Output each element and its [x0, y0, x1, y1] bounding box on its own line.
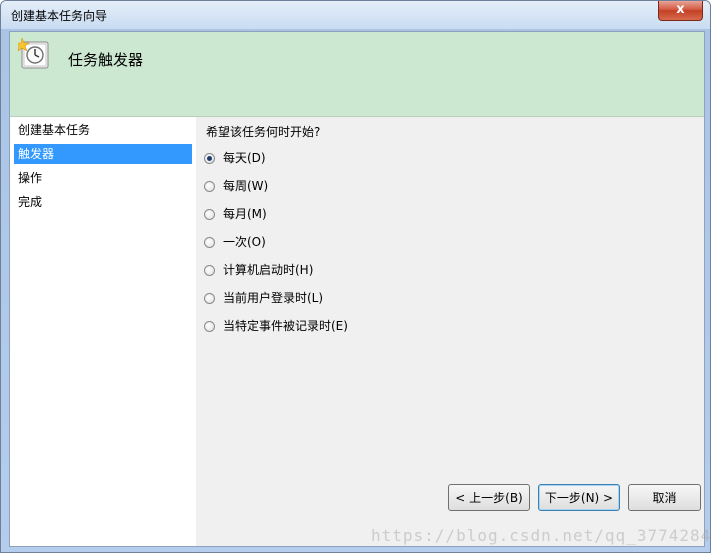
page-title: 任务触发器 — [68, 51, 144, 69]
nav-item-trigger[interactable]: 触发器 — [14, 144, 192, 164]
radio-monthly[interactable]: 每月(M) — [204, 205, 267, 223]
radio-label: 计算机启动时(H) — [223, 263, 314, 277]
window-title: 创建基本任务向导 — [11, 9, 108, 23]
close-icon: x — [676, 2, 685, 17]
radio-button[interactable] — [204, 180, 215, 192]
wizard-header: 任务触发器 — [10, 32, 704, 117]
title-bar[interactable]: 创建基本任务向导 x — [1, 1, 710, 29]
radio-once[interactable]: 一次(O) — [204, 233, 266, 251]
client-area: 任务触发器 创建基本任务 触发器 操作 完成 希望该任务何时开始? 每天(D) … — [9, 31, 705, 547]
radio-weekly[interactable]: 每周(W) — [204, 177, 268, 195]
close-button[interactable]: x — [658, 1, 703, 21]
radio-on-event[interactable]: 当特定事件被记录时(E) — [204, 317, 348, 335]
radio-button[interactable] — [204, 208, 215, 220]
radio-at-startup[interactable]: 计算机启动时(H) — [204, 261, 313, 279]
radio-label: 当前用户登录时(L) — [223, 291, 324, 305]
radio-button[interactable] — [204, 236, 215, 248]
nav-item-create-basic-task[interactable]: 创建基本任务 — [14, 120, 192, 140]
radio-label: 每周(W) — [223, 179, 269, 193]
nav-item-finish[interactable]: 完成 — [14, 192, 192, 212]
radio-label: 一次(O) — [223, 235, 266, 249]
wizard-window: 创建基本任务向导 x 任务触发器 创建基本任务 触发器 操作 完成 希望该任务何… — [0, 0, 711, 553]
radio-label: 每天(D) — [223, 151, 266, 165]
radio-button[interactable] — [204, 292, 215, 304]
radio-button-checked[interactable] — [204, 152, 215, 164]
radio-daily[interactable]: 每天(D) — [204, 149, 266, 167]
radio-label: 当特定事件被记录时(E) — [223, 319, 348, 333]
radio-button[interactable] — [204, 320, 215, 332]
wizard-steps-nav: 创建基本任务 触发器 操作 完成 — [10, 117, 196, 546]
radio-button[interactable] — [204, 264, 215, 276]
trigger-panel: 希望该任务何时开始? 每天(D) 每周(W) 每月(M) 一次(O) 计算机启动… — [196, 117, 704, 546]
nav-item-action[interactable]: 操作 — [14, 168, 192, 188]
clock-task-icon — [18, 38, 49, 69]
cancel-button[interactable]: 取消 — [628, 484, 701, 511]
radio-at-logon[interactable]: 当前用户登录时(L) — [204, 289, 323, 307]
question-label: 希望该任务何时开始? — [206, 125, 321, 139]
next-button[interactable]: 下一步(N) > — [538, 484, 620, 511]
radio-label: 每月(M) — [223, 207, 267, 221]
back-button[interactable]: < 上一步(B) — [448, 484, 530, 511]
